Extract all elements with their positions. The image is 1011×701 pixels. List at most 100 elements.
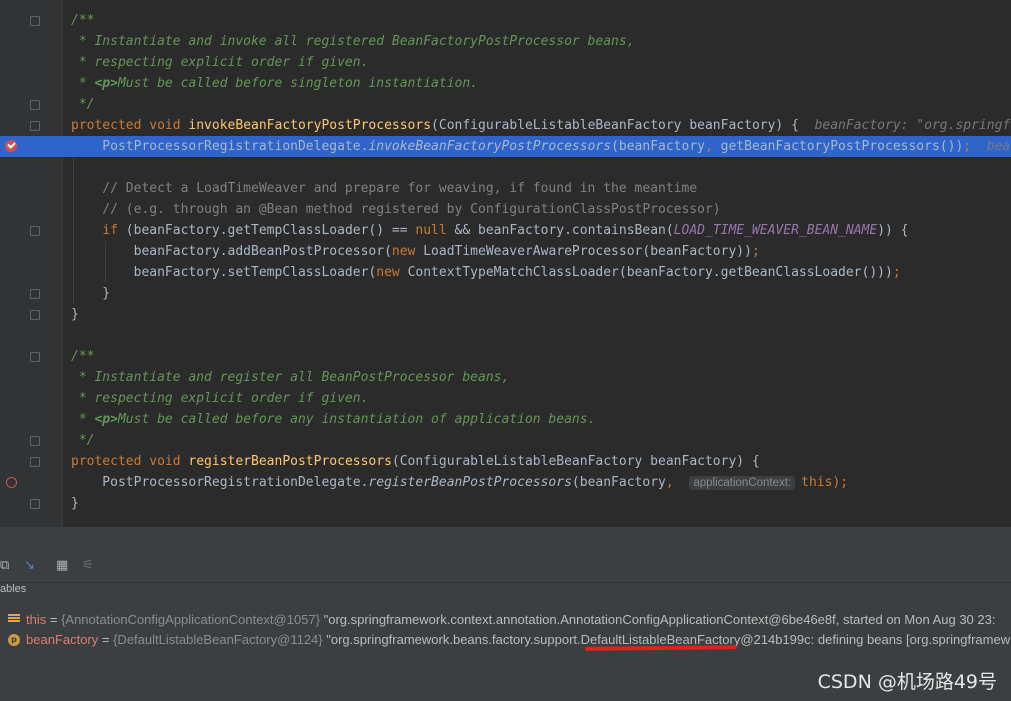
fold-marker-icon[interactable] bbox=[30, 289, 40, 299]
step-cursor-icon[interactable]: ↘ bbox=[24, 558, 35, 573]
code-text: PostProcessorRegistrationDelegate.invoke… bbox=[71, 136, 1011, 157]
code-line[interactable]: protected void invokeBeanFactoryPostProc… bbox=[0, 115, 1011, 136]
debugger-panel: ⧉ ↘ ▦ ⚟ ables this = {AnnotationConfigAp… bbox=[0, 527, 1011, 701]
code-token: this bbox=[801, 475, 833, 490]
code-token: // Detect a LoadTimeWeaver and prepare f… bbox=[71, 181, 698, 196]
code-line[interactable]: } bbox=[0, 304, 1011, 325]
code-line[interactable]: } bbox=[0, 493, 1011, 514]
variable-row-this[interactable]: this = {AnnotationConfigApplicationConte… bbox=[0, 610, 1011, 630]
code-line[interactable]: * Instantiate and register all BeanPostP… bbox=[0, 367, 1011, 388]
variable-value: "org.springframework.context.annotation.… bbox=[323, 612, 996, 627]
indent-guide bbox=[105, 241, 106, 283]
code-line[interactable]: // Detect a LoadTimeWeaver and prepare f… bbox=[0, 178, 1011, 199]
code-line[interactable]: beanFactory.addBeanPostProcessor(new Loa… bbox=[0, 241, 1011, 262]
code-line[interactable]: if (beanFactory.getTempClassLoader() == … bbox=[0, 220, 1011, 241]
code-text: beanFactory.setTempClassLoader(new Conte… bbox=[71, 262, 901, 283]
code-token: * bbox=[71, 76, 95, 91]
variable-row-beanfactory[interactable]: p beanFactory = {DefaultListableBeanFact… bbox=[0, 630, 1011, 650]
code-token: invokeBeanFactoryPostProcessors bbox=[188, 118, 432, 133]
fold-marker-icon[interactable] bbox=[30, 16, 40, 26]
code-line[interactable]: * <p>Must be called before any instantia… bbox=[0, 409, 1011, 430]
code-token: <p> bbox=[94, 412, 118, 427]
code-token: ); bbox=[832, 475, 849, 490]
code-line[interactable]: protected void registerBeanPostProcessor… bbox=[0, 451, 1011, 472]
breakpoint-icon[interactable] bbox=[6, 477, 17, 488]
fold-marker-icon[interactable] bbox=[30, 226, 40, 236]
variables-panel-title: ables bbox=[0, 583, 27, 595]
code-text: PostProcessorRegistrationDelegate.regist… bbox=[71, 472, 848, 494]
code-line[interactable]: * respecting explicit order if given. bbox=[0, 52, 1011, 73]
code-token: if bbox=[102, 223, 126, 238]
fold-marker-icon[interactable] bbox=[30, 100, 40, 110]
fold-marker-icon[interactable] bbox=[30, 352, 40, 362]
code-token: } bbox=[71, 307, 79, 322]
code-token: /** bbox=[71, 13, 95, 28]
code-token: , bbox=[704, 139, 721, 154]
code-line[interactable]: */ bbox=[0, 430, 1011, 451]
inlay-parameter-hint: applicationContext: bbox=[689, 476, 796, 490]
code-token: Must be called before any instantiation … bbox=[117, 412, 596, 427]
code-token: (beanFactory bbox=[571, 475, 666, 490]
code-line[interactable]: PostProcessorRegistrationDelegate.regist… bbox=[0, 472, 1011, 493]
code-token: )) { bbox=[877, 223, 909, 238]
fold-marker-icon[interactable] bbox=[30, 499, 40, 509]
code-line[interactable]: /** bbox=[0, 10, 1011, 31]
code-line[interactable]: beanFactory.setTempClassLoader(new Conte… bbox=[0, 262, 1011, 283]
code-text: } bbox=[71, 304, 79, 325]
code-line[interactable]: } bbox=[0, 283, 1011, 304]
code-token: /** bbox=[71, 349, 95, 364]
code-line[interactable]: * <p>Must be called before singleton ins… bbox=[0, 73, 1011, 94]
debugger-toolbar bbox=[0, 554, 1011, 583]
code-token: PostProcessorRegistrationDelegate. bbox=[71, 139, 369, 154]
code-line[interactable]: /** bbox=[0, 346, 1011, 367]
code-text: * Instantiate and invoke all registered … bbox=[71, 31, 635, 52]
code-line[interactable] bbox=[0, 157, 1011, 178]
code-line[interactable]: * respecting explicit order if given. bbox=[0, 388, 1011, 409]
code-token: } bbox=[71, 496, 79, 511]
code-token: , bbox=[665, 475, 690, 490]
code-text: // Detect a LoadTimeWeaver and prepare f… bbox=[71, 178, 697, 199]
code-token: * bbox=[71, 412, 95, 427]
code-text: * respecting explicit order if given. bbox=[71, 388, 369, 409]
code-line[interactable]: * Instantiate and invoke all registered … bbox=[0, 31, 1011, 52]
code-token: new bbox=[376, 265, 408, 280]
code-text: * <p>Must be called before any instantia… bbox=[71, 409, 596, 430]
fold-marker-icon[interactable] bbox=[30, 457, 40, 467]
code-token: (ConfigurableListableBeanFactory beanFac… bbox=[431, 118, 815, 133]
code-line[interactable]: */ bbox=[0, 94, 1011, 115]
code-text: protected void invokeBeanFactoryPostProc… bbox=[71, 115, 1011, 136]
table-view-icon[interactable]: ▦ bbox=[56, 558, 68, 573]
fold-marker-icon[interactable] bbox=[30, 310, 40, 320]
fold-marker-icon[interactable] bbox=[30, 436, 40, 446]
code-text: protected void registerBeanPostProcessor… bbox=[71, 451, 760, 472]
code-token: (beanFactory bbox=[611, 139, 705, 154]
code-text: /** bbox=[71, 346, 94, 367]
code-token: <p> bbox=[94, 76, 118, 91]
code-line[interactable] bbox=[0, 325, 1011, 346]
current-execution-line[interactable]: PostProcessorRegistrationDelegate.invoke… bbox=[0, 136, 1011, 157]
breakpoint-hit-icon[interactable] bbox=[5, 140, 17, 152]
settings-icon[interactable]: ⚟ bbox=[82, 558, 94, 573]
code-token: getBeanFactoryPostProcessors()) bbox=[720, 139, 964, 154]
code-line[interactable]: // (e.g. through an @Bean method registe… bbox=[0, 199, 1011, 220]
variable-type: {DefaultListableBeanFactory@1124} bbox=[113, 632, 327, 647]
csdn-watermark: CSDN @机场路49号 bbox=[817, 671, 997, 693]
code-text: // (e.g. through an @Bean method registe… bbox=[71, 199, 720, 220]
indent-guide bbox=[73, 157, 74, 304]
fold-marker-icon[interactable] bbox=[30, 121, 40, 131]
code-token: (beanFactory.getTempClassLoader() == bbox=[125, 223, 416, 238]
code-token: beanFactory.setTempClassLoader( bbox=[71, 265, 377, 280]
code-token: beanFactory: "org.springframework bbox=[986, 139, 1011, 154]
code-text: * respecting explicit order if given. bbox=[71, 52, 369, 73]
code-token: null bbox=[415, 223, 455, 238]
variable-name: this bbox=[26, 612, 47, 627]
restore-layout-icon[interactable]: ⧉ bbox=[0, 558, 9, 573]
code-token: ContextTypeMatchClassLoader(beanFactory.… bbox=[407, 265, 893, 280]
code-token: && beanFactory.containsBean( bbox=[454, 223, 674, 238]
code-token: } bbox=[71, 286, 111, 301]
code-text: } bbox=[71, 283, 110, 304]
code-token: invokeBeanFactoryPostProcessors bbox=[368, 139, 612, 154]
code-token: beanFactory: "org.springframework.beans.… bbox=[814, 118, 1011, 133]
code-token: * Instantiate and invoke all registered … bbox=[71, 34, 635, 49]
code-editor[interactable]: /** * Instantiate and invoke all registe… bbox=[0, 0, 1011, 527]
